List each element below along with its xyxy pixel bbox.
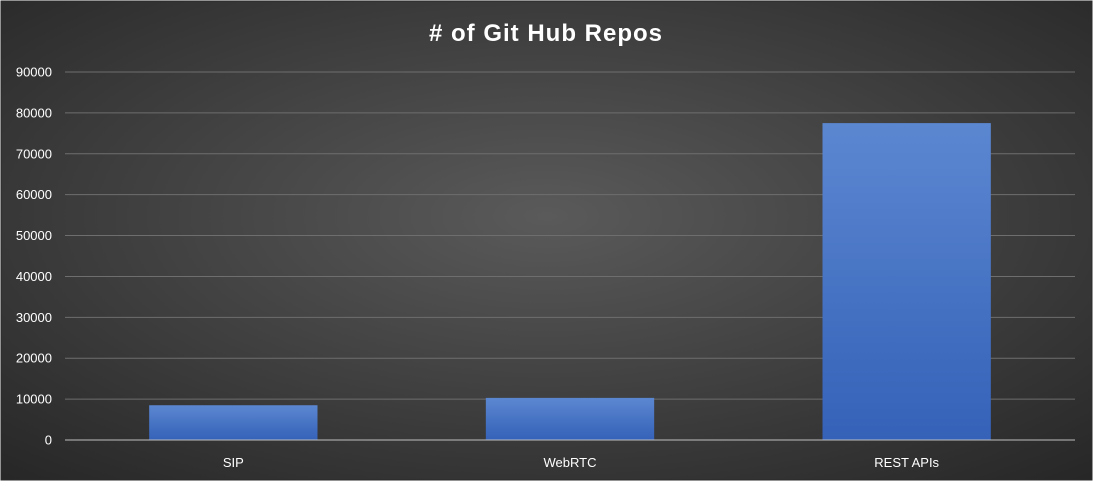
y-tick-label: 0: [45, 433, 52, 448]
y-tick-label: 30000: [16, 310, 52, 325]
x-category-label: REST APIs: [874, 455, 939, 470]
bar-sip: [149, 405, 318, 440]
y-tick-label: 70000: [16, 146, 52, 161]
x-category-label: WebRTC: [544, 455, 597, 470]
bar-webrtc: [485, 397, 655, 440]
bar-rest-apis: [822, 123, 991, 440]
y-tick-label: 90000: [16, 65, 52, 80]
x-category-label: SIP: [223, 455, 244, 470]
y-tick-label: 20000: [16, 351, 52, 366]
y-tick-label: 10000: [16, 392, 52, 407]
y-tick-label: 80000: [16, 105, 52, 120]
y-tick-label: 50000: [16, 228, 52, 243]
bar-chart: # of Git Hub Repos 0 10000 20000 30000 40000…: [0, 0, 1093, 481]
y-tick-label: 60000: [16, 187, 52, 202]
y-tick-label: 40000: [16, 269, 52, 284]
chart-container: # of Git Hub Repos 0 10000 20000 30000 40000…: [0, 0, 1093, 481]
chart-title: # of Git Hub Repos: [429, 20, 663, 47]
